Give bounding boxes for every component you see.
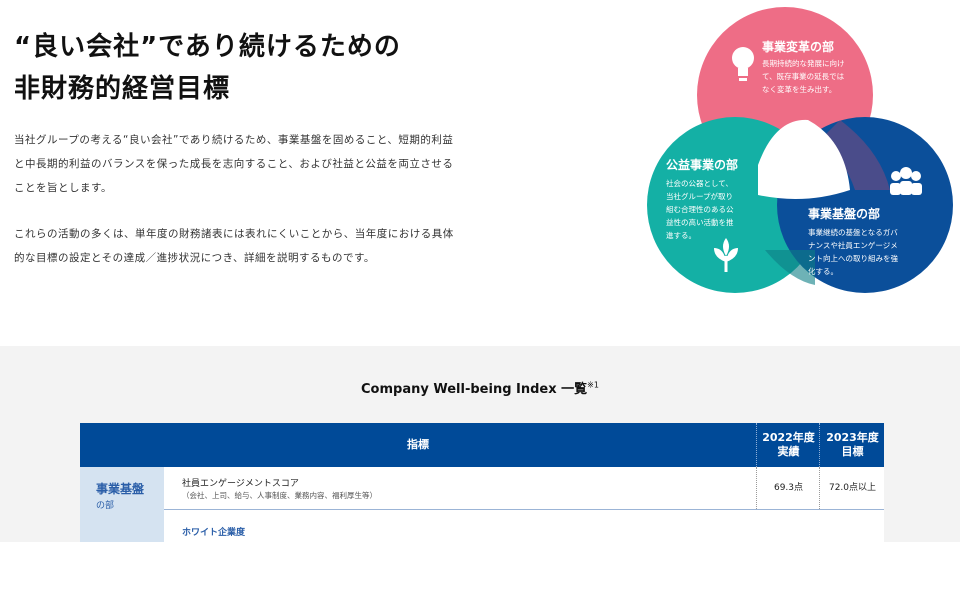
title-line-1: “良い会社”であり続けるための (14, 32, 401, 62)
public-desc-line: 益性の高い活動を推 (666, 217, 734, 227)
transformation-desc-line: なく変革を生み出す。 (762, 84, 836, 94)
intro-line: 当社グループの考える“良い会社”であり続けるため、事業基盤を固めること、短期的利… (14, 134, 454, 146)
table-row: ホワイト企業度 (164, 510, 884, 542)
venn-diagram: 事業変革の部 長期持続的な発展に向け て、既存事業の延長では なく変革を生み出す… (647, 7, 953, 293)
intro-paragraph-2: これらの活動の多くは、単年度の財務諸表には表れにくいことから、当年度における具体… (14, 222, 474, 270)
index-section-title: Company Well-being Index 一覧※1 (0, 378, 960, 397)
header-2022-line2: 実績 (777, 445, 800, 458)
transformation-desc-line: 長期持続的な発展に向け (762, 58, 845, 68)
indicator-detail: （会社、上司、給与、人事制度、業務内容、福利厚生等） (182, 491, 377, 500)
header-2023-target: 2023年度 目標 (819, 423, 884, 467)
indicator-name: 社員エンゲージメントスコア (182, 479, 299, 489)
header-2022-actual: 2022年度 実績 (756, 423, 820, 467)
public-desc-line: 組む合理性のある公 (666, 204, 734, 214)
title-line-2: 非財務的経営目標 (14, 74, 231, 104)
actual-2022-value: 69.3点 (756, 467, 820, 509)
category-suffix: の部 (96, 501, 115, 511)
table-row: 社員エンゲージメントスコア （会社、上司、給与、人事制度、業務内容、福利厚生等）… (164, 467, 884, 510)
header-2023-line1: 2023年度 (826, 431, 879, 444)
foundation-title: 事業基盤の部 (808, 206, 880, 221)
target-2023-value: 72.0点以上 (819, 467, 884, 509)
foundation-desc-line: ント向上への取り組みを強 (808, 253, 898, 263)
foundation-desc-line: 化する。 (808, 266, 838, 276)
transformation-desc-line: て、既存事業の延長では (762, 71, 845, 81)
intro-line: 的な目標の設定とその達成／進捗状況につき、詳細を説明するものです。 (14, 252, 375, 264)
index-title-text: Company Well-being Index 一覧 (361, 382, 588, 397)
transformation-title: 事業変革の部 (762, 39, 834, 54)
public-desc-line: 社会の公器として、 (666, 178, 733, 188)
foundation-desc-line: ナンスや社員エンゲージメ (808, 240, 898, 250)
public-desc-line: 進する。 (666, 231, 696, 240)
header-indicator: 指標 (407, 438, 429, 451)
footnote-mark[interactable]: ※1 (587, 381, 599, 390)
category-name: 事業基盤 (96, 482, 145, 496)
foundation-desc-line: 事業継続の基盤となるガバ (808, 227, 898, 237)
public-desc-line: 当社グループが取り (666, 191, 733, 201)
intro-line: と中長期的利益のバランスを保った成長を志向すること、および社益と公益を両立させる (14, 158, 454, 170)
intro-line: ことを旨とします。 (14, 182, 112, 194)
table-header: 指標 2022年度 実績 2023年度 目標 (80, 423, 884, 467)
indicator-name: ホワイト企業度 (182, 528, 246, 538)
intro-line: これらの活動の多くは、単年度の財務諸表には表れにくいことから、当年度における具体 (14, 228, 454, 240)
wellbeing-index-table: 指標 2022年度 実績 2023年度 目標 事業基盤 の部 社員エンゲージメン… (80, 423, 884, 542)
category-cell: 事業基盤 の部 (80, 467, 164, 542)
page-title: “良い会社”であり続けるための 非財務的経営目標 (14, 26, 401, 110)
header-2023-line2: 目標 (841, 445, 864, 458)
header-2022-line1: 2022年度 (762, 431, 815, 444)
public-title: 公益事業の部 (666, 157, 738, 172)
intro-paragraph-1: 当社グループの考える“良い会社”であり続けるため、事業基盤を固めること、短期的利… (14, 128, 474, 200)
